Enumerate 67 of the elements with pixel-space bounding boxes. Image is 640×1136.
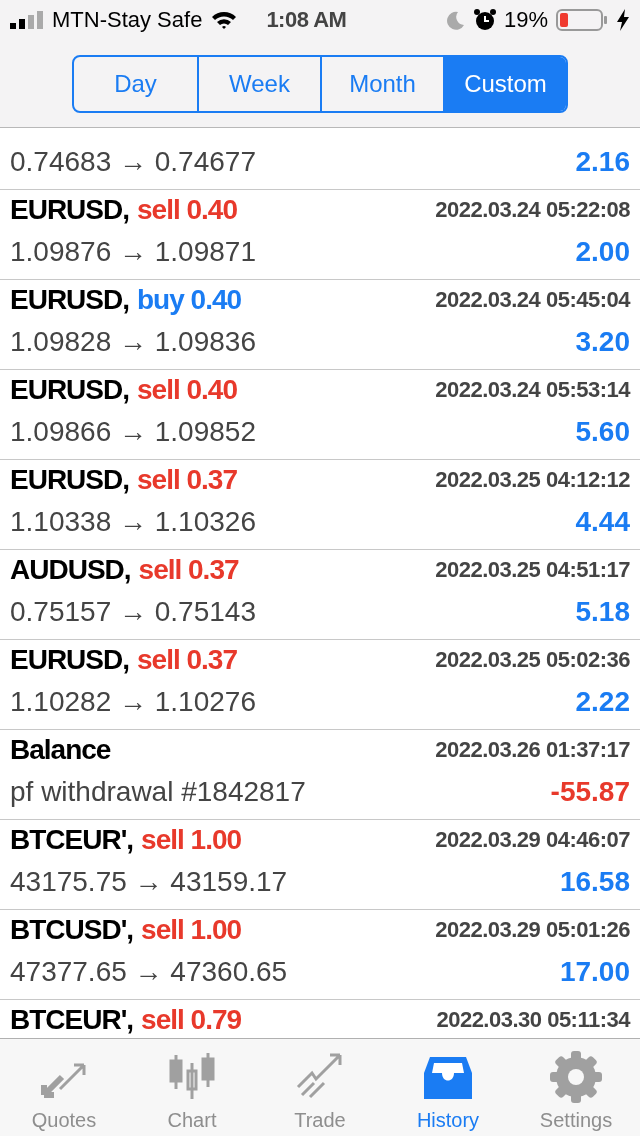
deal-time: 2022.03.29 04:46:07 bbox=[435, 826, 630, 854]
price-range: 47377.65 → 47360.65 bbox=[10, 956, 288, 988]
price-range: 1.10338 → 1.10326 bbox=[10, 506, 256, 538]
charging-bolt-icon bbox=[616, 9, 630, 31]
carrier-name: MTN-Stay Safe bbox=[52, 7, 203, 33]
deal-time: 2022.03.25 04:12:12 bbox=[435, 466, 630, 494]
tab-bar-item[interactable]: Chart bbox=[128, 1039, 256, 1136]
deal-time: 2022.03.25 05:02:36 bbox=[435, 646, 630, 674]
trade-direction-volume: sell 0.37 bbox=[138, 554, 239, 586]
period-tab[interactable]: Day bbox=[74, 57, 197, 111]
price-range: 1.09876 → 1.09871 bbox=[10, 236, 256, 268]
price-range: 43175.75 → 43159.17 bbox=[10, 866, 288, 898]
settings-icon bbox=[548, 1049, 604, 1105]
symbol-label: AUDUSD, bbox=[10, 554, 131, 586]
tab-bar-item[interactable]: History bbox=[384, 1039, 512, 1136]
alarm-clock-icon bbox=[473, 9, 496, 31]
deal-time: 2022.03.29 05:01:26 bbox=[435, 916, 630, 944]
signal-icon bbox=[10, 11, 44, 29]
profit-value: 17.00 bbox=[559, 956, 630, 988]
profit-value: 5.60 bbox=[575, 416, 630, 448]
symbol-label: EURUSD, bbox=[10, 644, 129, 676]
tab-bar-item[interactable]: Quotes bbox=[0, 1039, 128, 1136]
wifi-icon bbox=[210, 10, 239, 30]
symbol-label: EURUSD, bbox=[10, 284, 129, 316]
deal-time: 2022.03.25 04:51:17 bbox=[435, 556, 630, 584]
trade-direction-volume: sell 0.40 bbox=[137, 374, 237, 406]
trade-direction-volume: sell 1.00 bbox=[141, 914, 242, 946]
deal-time: 2022.03.24 05:45:04 bbox=[435, 286, 630, 314]
trade-direction-volume: sell 0.37 bbox=[137, 464, 237, 496]
price-range: 0.74683 → 0.74677 bbox=[10, 146, 256, 178]
trade-direction-volume: sell 0.37 bbox=[137, 644, 237, 676]
profit-value: 4.44 bbox=[575, 506, 630, 538]
price-range: 1.09866 → 1.09852 bbox=[10, 416, 256, 448]
period-tab[interactable]: Custom bbox=[443, 57, 566, 111]
trade-direction-volume: buy 0.40 bbox=[137, 284, 242, 316]
price-range: 1.10282 → 1.10276 bbox=[10, 686, 256, 718]
symbol-label: Balance bbox=[10, 734, 111, 766]
profit-value: -55.87 bbox=[550, 776, 630, 808]
deal-time: 2022.03.26 01:37:17 bbox=[435, 736, 630, 764]
balance-comment: pf withdrawal #1842817 bbox=[10, 776, 306, 808]
price-range: 1.09828 → 1.09836 bbox=[10, 326, 256, 358]
symbol-label: BTCEUR', bbox=[10, 824, 134, 856]
symbol-label: BTCUSD', bbox=[10, 914, 134, 946]
trade-direction-volume: sell 1.00 bbox=[141, 824, 242, 856]
battery-percentage: 19% bbox=[503, 7, 548, 33]
profit-value: 2.16 bbox=[575, 146, 630, 178]
tab-bar-item[interactable]: Trade bbox=[256, 1039, 384, 1136]
tab-bar-item[interactable]: Settings bbox=[512, 1039, 640, 1136]
profit-value: 16.58 bbox=[559, 866, 630, 898]
symbol-label: EURUSD, bbox=[10, 194, 129, 226]
symbol-label: EURUSD, bbox=[10, 374, 129, 406]
moon-icon bbox=[445, 10, 466, 30]
price-range: 0.75157 → 0.75143 bbox=[10, 596, 256, 628]
clock-time: 1:08 AM bbox=[266, 7, 347, 33]
trade-direction-volume: sell 0.40 bbox=[137, 194, 237, 226]
deal-time: 2022.03.24 05:22:08 bbox=[435, 196, 630, 224]
symbol-label: BTCEUR', bbox=[10, 1004, 134, 1036]
symbol-label: EURUSD, bbox=[10, 464, 129, 496]
period-tab[interactable]: Week bbox=[197, 57, 320, 111]
profit-value: 2.00 bbox=[575, 236, 630, 268]
profit-value: 5.18 bbox=[575, 596, 630, 628]
profit-value: 2.22 bbox=[575, 686, 630, 718]
battery-icon bbox=[556, 9, 608, 31]
deal-time: 2022.03.24 05:53:14 bbox=[435, 376, 630, 404]
profit-value: 3.20 bbox=[575, 326, 630, 358]
trade-direction-volume: sell 0.79 bbox=[141, 1004, 242, 1036]
deal-time: 2022.03.30 05:11:34 bbox=[436, 1006, 630, 1034]
